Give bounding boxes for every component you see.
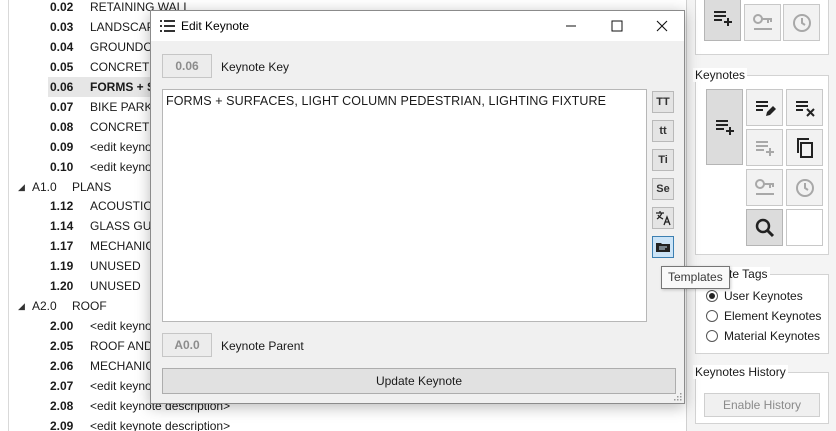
tree-row[interactable]: 2.09 <edit keynote description>: [50, 416, 650, 431]
keynote-description-textarea[interactable]: FORMS + SURFACES, LIGHT COLUMN PEDESTRIA…: [162, 89, 647, 322]
add-indent-icon: [755, 140, 774, 156]
keynote-key-label: Keynote Key: [221, 60, 290, 74]
empty-tool-slot: [786, 209, 823, 246]
lowercase-button[interactable]: tt: [652, 120, 674, 142]
minimize-icon: [566, 25, 576, 27]
key-icon: [752, 13, 772, 30]
edit-keynote-dialog: Edit Keynote 0.06 Keynote Key FORMS + SU…: [150, 10, 685, 404]
radio-user-keynotes[interactable]: User Keynotes: [706, 287, 803, 305]
uppercase-button[interactable]: TT: [652, 91, 674, 113]
keynotes-title: Keynotes: [693, 68, 748, 82]
copy-icon: [796, 137, 813, 158]
expanded-caret-icon[interactable]: ◢: [18, 177, 25, 197]
templates-tooltip: Templates: [661, 266, 730, 289]
title-case-button[interactable]: Ti: [652, 149, 674, 171]
keynote-parent-field[interactable]: A0.0: [162, 333, 212, 357]
add-list-icon: [715, 120, 734, 135]
key-button[interactable]: [746, 169, 783, 206]
keynotes-history-title: Keynotes History: [693, 365, 788, 379]
tools-group-top: [695, 0, 829, 55]
templates-button[interactable]: [652, 236, 674, 258]
radio-element-keynotes[interactable]: Element Keynotes: [706, 307, 821, 325]
folder-icon: [656, 243, 670, 252]
minimize-button[interactable]: [548, 11, 594, 41]
close-button[interactable]: [639, 11, 685, 41]
translate-icon: [656, 211, 671, 226]
translate-button[interactable]: [652, 207, 674, 229]
radio-button[interactable]: [706, 330, 718, 342]
tree-divider: [8, 0, 9, 431]
radio-material-keynotes[interactable]: Material Keynotes: [706, 327, 820, 345]
maximize-button[interactable]: [594, 11, 640, 41]
update-keynote-button[interactable]: Update Keynote: [162, 368, 676, 394]
history-button-top[interactable]: [783, 4, 820, 41]
delete-list-icon: [795, 100, 815, 117]
key-button-top[interactable]: [744, 4, 781, 41]
keynotes-history-group: Enable History: [695, 372, 829, 424]
sentence-case-button[interactable]: Se: [652, 178, 674, 200]
maximize-icon: [611, 20, 623, 32]
list-icon: [160, 20, 175, 32]
radio-button[interactable]: [706, 310, 718, 322]
edit-list-icon: [755, 100, 776, 116]
keynotes-group: [695, 75, 829, 255]
title-bar[interactable]: Edit Keynote: [151, 11, 684, 41]
radio-button[interactable]: [706, 290, 718, 302]
keynote-key-field[interactable]: 0.06: [162, 54, 212, 78]
enable-history-button[interactable]: Enable History: [704, 393, 820, 417]
close-icon: [656, 20, 668, 32]
search-icon: [755, 218, 774, 237]
resize-grip-icon[interactable]: [674, 393, 682, 401]
history-icon: [795, 178, 814, 197]
search-button[interactable]: [746, 209, 783, 246]
keynote-tools-panel: Keynotes User Keynotes Element Keynotes …: [686, 0, 836, 431]
history-icon: [792, 13, 811, 32]
add-group-button[interactable]: [704, 0, 741, 41]
dialog-title: Edit Keynote: [181, 19, 250, 33]
delete-keynote-button[interactable]: [786, 89, 823, 126]
key-icon: [754, 178, 774, 195]
add-child-keynote-button[interactable]: [746, 129, 783, 166]
add-keynote-button[interactable]: [706, 89, 743, 165]
history-button[interactable]: [786, 169, 823, 206]
expanded-caret-icon[interactable]: ◢: [18, 296, 25, 316]
copy-keynote-button[interactable]: [786, 129, 823, 166]
keynote-parent-label: Keynote Parent: [221, 339, 304, 353]
edit-keynote-button[interactable]: [746, 89, 783, 126]
add-list-icon: [713, 10, 732, 26]
